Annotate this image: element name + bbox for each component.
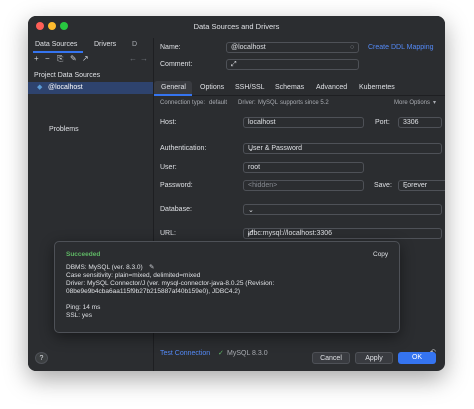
window-title: Data Sources and Drivers: [193, 22, 280, 31]
auth-label: Authentication:: [160, 145, 207, 152]
tab-options[interactable]: Options: [200, 84, 224, 91]
expand-icon[interactable]: ⤢: [248, 230, 437, 238]
popup-line-driver: Driver: MySQL Connector/J (ver. mysql-co…: [66, 280, 275, 287]
popup-line-case: Case sensitivity: plain=mixed, delimited…: [66, 272, 201, 279]
popup-line-ssl: SSL: yes: [66, 312, 93, 319]
comment-label: Comment:: [160, 61, 193, 68]
password-field[interactable]: <hidden>: [243, 180, 364, 191]
chevron-down-icon: ⌄: [248, 146, 254, 153]
popup-line-revision: 08be9e9b4cba6aa115f9b27b215887af40b159e0…: [66, 288, 241, 295]
title-bar: Data Sources and Drivers: [28, 16, 445, 38]
name-label: Name:: [160, 44, 181, 51]
host-label: Host:: [160, 119, 177, 126]
port-label: Port:: [375, 119, 390, 126]
save-select[interactable]: Forever ⌄: [398, 180, 445, 191]
forward-icon[interactable]: →: [140, 54, 148, 63]
tab-more[interactable]: D: [132, 38, 137, 52]
chevron-down-icon[interactable]: ▾: [433, 99, 436, 106]
popup-line-ping: Ping: 14 ms: [66, 304, 101, 311]
tab-drivers[interactable]: Drivers: [94, 38, 116, 52]
user-field[interactable]: root: [243, 162, 364, 173]
test-result: MySQL 8.3.0: [227, 350, 268, 357]
wrench-icon[interactable]: ✎: [70, 54, 77, 63]
auth-select[interactable]: User & Password ⌄: [243, 143, 442, 154]
selected-tab-indicator: [154, 94, 192, 96]
clear-icon[interactable]: ○: [350, 44, 354, 51]
chevron-down-icon: ⌄: [248, 207, 254, 214]
status-succeeded: Succeeded: [66, 251, 101, 258]
database-field[interactable]: ⌄: [243, 204, 442, 215]
test-connection-link[interactable]: Test Connection: [160, 350, 210, 357]
port-field[interactable]: 3306: [398, 117, 442, 128]
pencil-icon: ✎: [149, 264, 155, 271]
data-source-item[interactable]: ◆ @localhost: [28, 82, 153, 94]
remove-icon[interactable]: −: [45, 54, 50, 63]
connection-type-label: Connection type:: [160, 100, 206, 106]
tab-data-sources[interactable]: Data Sources: [35, 38, 77, 52]
chevron-down-icon: ⌄: [403, 183, 409, 190]
tab-ssh-ssl[interactable]: SSH/SSL: [235, 84, 265, 91]
back-icon[interactable]: ←: [129, 54, 137, 63]
active-tab-indicator: [33, 51, 83, 53]
driver-link[interactable]: MySQL: [258, 100, 278, 106]
settings-tabs: General Options SSH/SSL Schemas Advanced…: [154, 81, 445, 96]
driver-note: supports since 5.2: [280, 100, 329, 106]
password-label: Password:: [160, 182, 193, 189]
database-label: Database:: [160, 206, 192, 213]
data-source-label: @localhost: [48, 84, 83, 91]
mysql-icon: ◆: [37, 84, 43, 91]
save-label: Save:: [374, 182, 392, 189]
more-options-link[interactable]: More Options: [394, 100, 430, 106]
apply-button[interactable]: Apply: [355, 352, 393, 364]
create-ddl-link[interactable]: Create DDL Mapping: [368, 44, 434, 51]
expand-icon[interactable]: ⤢: [231, 61, 354, 69]
popup-line-dbms: DBMS: MySQL (ver. 8.3.0): [66, 264, 143, 271]
cancel-button[interactable]: Cancel: [312, 352, 350, 364]
tab-general[interactable]: General: [161, 84, 186, 91]
copy-link[interactable]: Copy: [373, 251, 388, 258]
tab-advanced[interactable]: Advanced: [316, 84, 347, 91]
url-field[interactable]: jdbc:mysql://localhost:3306 ⤢: [243, 228, 442, 239]
tab-kubernetes[interactable]: Kubernetes: [359, 84, 395, 91]
connection-type-link[interactable]: default: [209, 100, 227, 106]
project-data-sources-header: Project Data Sources: [34, 72, 101, 79]
ok-button[interactable]: OK: [398, 352, 436, 364]
duplicate-icon[interactable]: ⎘: [57, 54, 63, 64]
help-button[interactable]: ?: [35, 352, 48, 364]
driver-label: Driver:: [238, 100, 256, 106]
problems-item[interactable]: Problems: [49, 126, 79, 133]
export-icon[interactable]: ↗: [82, 54, 89, 63]
host-field[interactable]: localhost: [243, 117, 364, 128]
name-field[interactable]: @localhost ○: [226, 42, 359, 53]
tab-schemas[interactable]: Schemas: [275, 84, 304, 91]
url-label: URL:: [160, 230, 176, 237]
comment-field[interactable]: ⤢: [226, 59, 359, 70]
test-result-popup: Succeeded Copy DBMS: MySQL (ver. 8.3.0) …: [54, 241, 400, 333]
user-label: User:: [160, 164, 177, 171]
add-icon[interactable]: +: [34, 54, 39, 63]
check-icon: ✓: [218, 350, 224, 357]
